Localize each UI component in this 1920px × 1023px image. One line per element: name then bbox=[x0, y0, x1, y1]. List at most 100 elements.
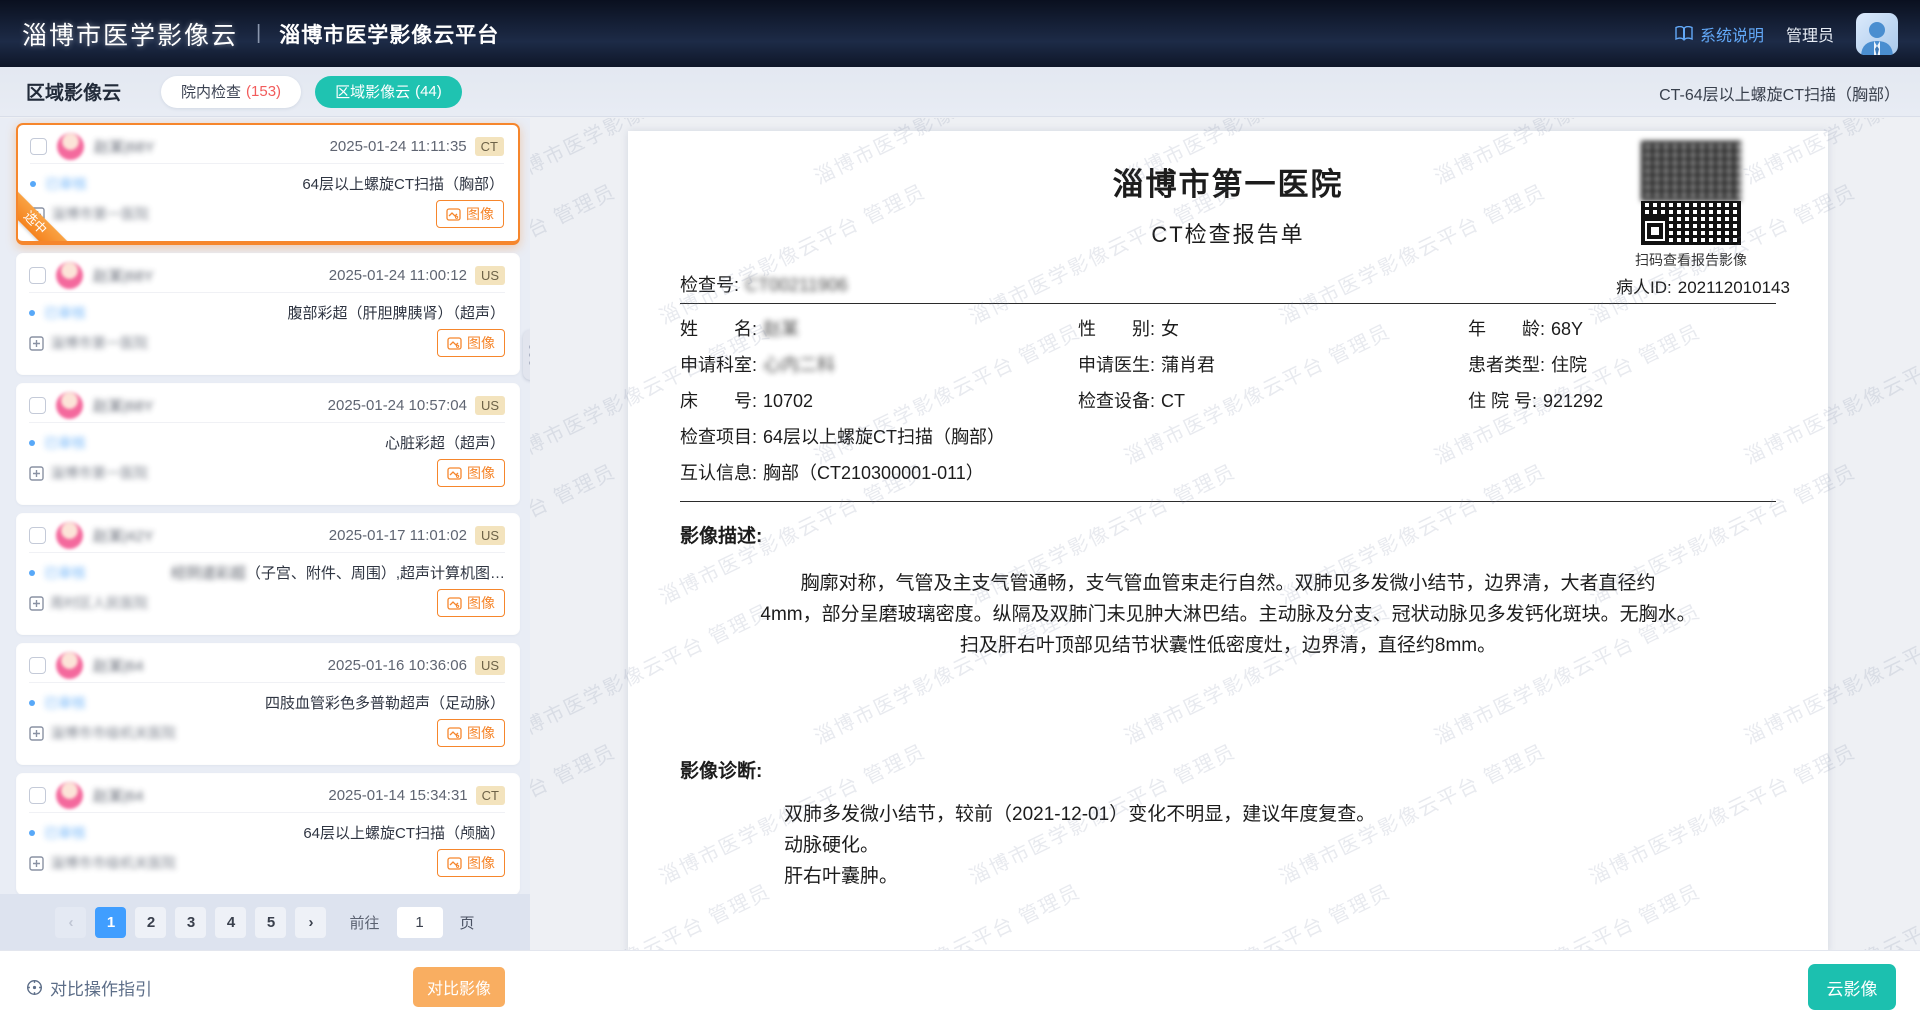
exam-name: 心脏彩超（超声） bbox=[385, 432, 505, 453]
inpatient-no-value: 921292 bbox=[1543, 391, 1603, 411]
status-label: 已审核 bbox=[44, 823, 86, 843]
user-avatar[interactable] bbox=[1856, 13, 1898, 55]
tab-hospital-exams[interactable]: 院内检查 (153) bbox=[161, 76, 301, 108]
page-button[interactable]: 1 bbox=[95, 907, 126, 938]
dept-value: 心内二科 bbox=[763, 355, 835, 375]
view-image-button[interactable]: 图像 bbox=[437, 589, 505, 617]
pagination: ‹ 1 2 3 4 5 › 前往 页 bbox=[0, 894, 530, 950]
patient-name: 赵某|64 bbox=[93, 655, 144, 676]
system-help-label: 系统说明 bbox=[1700, 22, 1764, 46]
page-button[interactable]: 4 bbox=[215, 907, 246, 938]
patient-name: 赵某|68Y bbox=[93, 265, 154, 286]
exam-time: 2025-01-14 15:34:31 bbox=[328, 787, 467, 804]
age-label: 年 龄: bbox=[1468, 319, 1545, 339]
device-value: CT bbox=[1161, 391, 1185, 411]
image-icon bbox=[447, 337, 462, 350]
status-dot bbox=[29, 440, 35, 446]
mutual-info-value: 胸部（CT210300001-011） bbox=[763, 463, 984, 483]
qr-code bbox=[1641, 141, 1741, 245]
view-image-button[interactable]: 图像 bbox=[437, 459, 505, 487]
exam-card[interactable]: 赵某|68Y 2025-01-24 10:57:04 US 已审核 心脏彩超（超… bbox=[16, 383, 520, 505]
patient-name: 赵某|68Y bbox=[94, 136, 155, 157]
exam-card[interactable]: 赵某|64 2025-01-16 10:36:06 US 已审核 四肢血管彩色多… bbox=[16, 643, 520, 765]
patient-id-value: 202112010143 bbox=[1678, 278, 1790, 297]
req-doctor-value: 蒲肖君 bbox=[1161, 355, 1215, 375]
next-page-button[interactable]: › bbox=[295, 907, 326, 938]
image-icon bbox=[446, 208, 461, 221]
hospital-name: 淄博市第一医院 bbox=[51, 204, 149, 224]
person-icon bbox=[1856, 15, 1898, 55]
card-checkbox[interactable] bbox=[29, 527, 46, 544]
tab-region-label: 区域影像云 bbox=[335, 81, 410, 102]
status-dot bbox=[29, 700, 35, 706]
status-dot bbox=[29, 830, 35, 836]
hospital-plus-icon bbox=[29, 466, 44, 481]
view-image-button[interactable]: 图像 bbox=[436, 200, 504, 228]
tab-hospital-label: 院内检查 bbox=[181, 81, 241, 102]
page-button[interactable]: 3 bbox=[175, 907, 206, 938]
req-doctor-label: 申请医生: bbox=[1078, 355, 1155, 375]
patient-avatar bbox=[57, 133, 84, 160]
status-label: 已审核 bbox=[44, 303, 86, 323]
exam-card[interactable]: 赵某|42Y 2025-01-17 11:01:02 US 已审核 经阴道彩超（… bbox=[16, 513, 520, 635]
exam-context-label: CT-64层以上螺旋CT扫描（胸部） bbox=[1659, 81, 1900, 105]
exam-time: 2025-01-24 10:57:04 bbox=[328, 397, 467, 414]
exam-item-label: 检查项目: bbox=[680, 427, 757, 447]
patient-name: 赵某|68Y bbox=[93, 395, 154, 416]
patient-name: 赵某|64 bbox=[93, 785, 144, 806]
hospital-name: 淄博市市级机关医院 bbox=[50, 853, 176, 873]
qr-block: 扫码查看报告影像 病人ID:202112010143 bbox=[1616, 141, 1766, 298]
status-dot bbox=[30, 181, 36, 187]
goto-unit-label: 页 bbox=[460, 912, 475, 933]
view-image-button[interactable]: 图像 bbox=[437, 329, 505, 357]
exam-no-value: CT00211906 bbox=[745, 275, 848, 295]
sex-value: 女 bbox=[1161, 319, 1179, 339]
exam-card[interactable]: 赵某|68Y 2025-01-24 11:00:12 US 已审核 腹部彩超（肝… bbox=[16, 253, 520, 375]
platform-title: 淄博市医学影像云平台 bbox=[279, 19, 499, 49]
card-checkbox[interactable] bbox=[29, 397, 46, 414]
card-checkbox[interactable] bbox=[30, 138, 47, 155]
status-dot bbox=[29, 570, 35, 576]
page-button[interactable]: 5 bbox=[255, 907, 286, 938]
bed-label: 床 号: bbox=[680, 391, 757, 411]
tab-region-cloud[interactable]: 区域影像云 (44) bbox=[315, 76, 462, 108]
exam-time: 2025-01-24 11:00:12 bbox=[329, 267, 467, 284]
exam-card[interactable]: 赵某|68Y 2025-01-24 11:11:35 CT 已审核 64层以上螺… bbox=[16, 123, 520, 245]
modality-badge: US bbox=[475, 656, 505, 675]
prev-page-button[interactable]: ‹ bbox=[55, 907, 86, 938]
divider-line bbox=[680, 303, 1776, 304]
mutual-info-label: 互认信息: bbox=[680, 463, 757, 483]
goto-label: 前往 bbox=[349, 912, 379, 933]
book-icon bbox=[1675, 26, 1693, 41]
hospital-plus-icon bbox=[29, 596, 44, 611]
exam-name: 四肢血管彩色多普勒超声（足动脉） bbox=[265, 692, 505, 713]
patient-name: 赵某|42Y bbox=[93, 525, 154, 546]
modality-badge: US bbox=[475, 526, 505, 545]
system-help-link[interactable]: 系统说明 bbox=[1675, 22, 1764, 46]
view-image-button[interactable]: 图像 bbox=[437, 719, 505, 747]
top-navbar: 淄博市医学影像云 | 淄博市医学影像云平台 系统说明 管理员 bbox=[0, 0, 1920, 67]
compare-guide-link[interactable]: 对比操作指引 bbox=[26, 975, 152, 1000]
view-image-button[interactable]: 图像 bbox=[437, 849, 505, 877]
cloud-image-button[interactable]: 云影像 bbox=[1808, 964, 1896, 1010]
exam-sidebar: 赵某|68Y 2025-01-24 11:11:35 CT 已审核 64层以上螺… bbox=[0, 118, 530, 950]
exam-time: 2025-01-24 11:11:35 bbox=[330, 138, 467, 155]
exam-time: 2025-01-16 10:36:06 bbox=[328, 657, 467, 674]
card-checkbox[interactable] bbox=[29, 267, 46, 284]
compare-images-button[interactable]: 对比影像 bbox=[413, 967, 505, 1007]
page-button[interactable]: 2 bbox=[135, 907, 166, 938]
modality-badge: CT bbox=[475, 137, 504, 156]
goto-page-input[interactable] bbox=[397, 907, 443, 938]
patient-avatar bbox=[56, 652, 83, 679]
card-checkbox[interactable] bbox=[29, 787, 46, 804]
hospital-plus-icon bbox=[29, 726, 44, 741]
hospital-plus-icon bbox=[29, 336, 44, 351]
qr-caption: 扫码查看报告影像 bbox=[1616, 250, 1766, 270]
image-icon bbox=[447, 857, 462, 870]
card-checkbox[interactable] bbox=[29, 657, 46, 674]
sidebar-title: 区域影像云 bbox=[26, 78, 121, 105]
report-paper: 淄博市第一医院 CT检查报告单 扫码查看报告影像 病人ID:2021120101… bbox=[628, 131, 1828, 950]
modality-badge: US bbox=[475, 266, 505, 285]
exam-card[interactable]: 赵某|64 2025-01-14 15:34:31 CT 已审核 64层以上螺旋… bbox=[16, 773, 520, 894]
hospital-name: 淄博市第一医院 bbox=[50, 333, 148, 353]
